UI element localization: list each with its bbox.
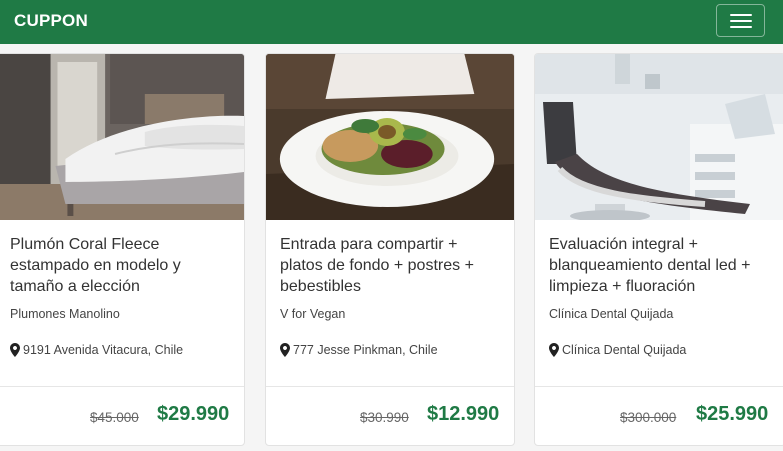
map-pin-icon: [10, 343, 20, 357]
deal-image-dental[interactable]: [535, 54, 783, 220]
deal-location: 777 Jesse Pinkman, Chile: [280, 343, 500, 357]
deal-price: $12.990: [427, 403, 500, 425]
deal-card[interactable]: Entrada para compartir + platos de fondo…: [265, 53, 515, 446]
deal-title[interactable]: Evaluación integral + blanqueamiento den…: [549, 234, 771, 297]
deal-footer: $30.990 $12.990: [266, 386, 514, 445]
deal-location-text: Clínica Dental Quijada: [562, 343, 687, 357]
deal-price: $29.990: [157, 403, 230, 425]
deal-body: Evaluación integral + blanqueamiento den…: [535, 220, 783, 388]
deal-body: Plumón Coral Fleece estampado en modelo …: [0, 220, 244, 388]
deal-image-bed[interactable]: [0, 54, 244, 220]
deal-price: $25.990: [696, 403, 769, 425]
map-pin-icon: [280, 343, 290, 357]
deal-footer: $45.000 $29.990: [0, 386, 244, 445]
deal-card[interactable]: Plumón Coral Fleece estampado en modelo …: [0, 53, 245, 446]
deal-image-salad[interactable]: [266, 54, 514, 220]
deal-location-text: 777 Jesse Pinkman, Chile: [293, 343, 438, 357]
brand-logo[interactable]: CUPPON: [14, 11, 88, 31]
deal-title[interactable]: Plumón Coral Fleece estampado en modelo …: [10, 234, 230, 297]
map-pin-icon: [549, 343, 559, 357]
deal-old-price: $300.000: [620, 410, 677, 425]
deal-merchant: Plumones Manolino: [10, 307, 120, 321]
deal-location: 9191 Avenida Vitacura, Chile: [10, 343, 230, 357]
deal-merchant: Clínica Dental Quijada: [549, 307, 674, 321]
deal-footer: $300.000 $25.990: [535, 386, 783, 445]
deal-old-price: $30.990: [360, 410, 409, 425]
navbar: CUPPON: [0, 0, 783, 44]
deal-title[interactable]: Entrada para compartir + platos de fondo…: [280, 234, 500, 297]
hamburger-menu-icon: [730, 14, 752, 16]
deal-location: Clínica Dental Quijada: [549, 343, 771, 357]
deal-location-text: 9191 Avenida Vitacura, Chile: [23, 343, 184, 357]
deal-merchant: V for Vegan: [280, 307, 346, 321]
deal-card[interactable]: Evaluación integral + blanqueamiento den…: [534, 53, 783, 446]
deal-old-price: $45.000: [90, 410, 139, 425]
deal-body: Entrada para compartir + platos de fondo…: [266, 220, 514, 388]
menu-toggle-button[interactable]: [716, 4, 765, 37]
